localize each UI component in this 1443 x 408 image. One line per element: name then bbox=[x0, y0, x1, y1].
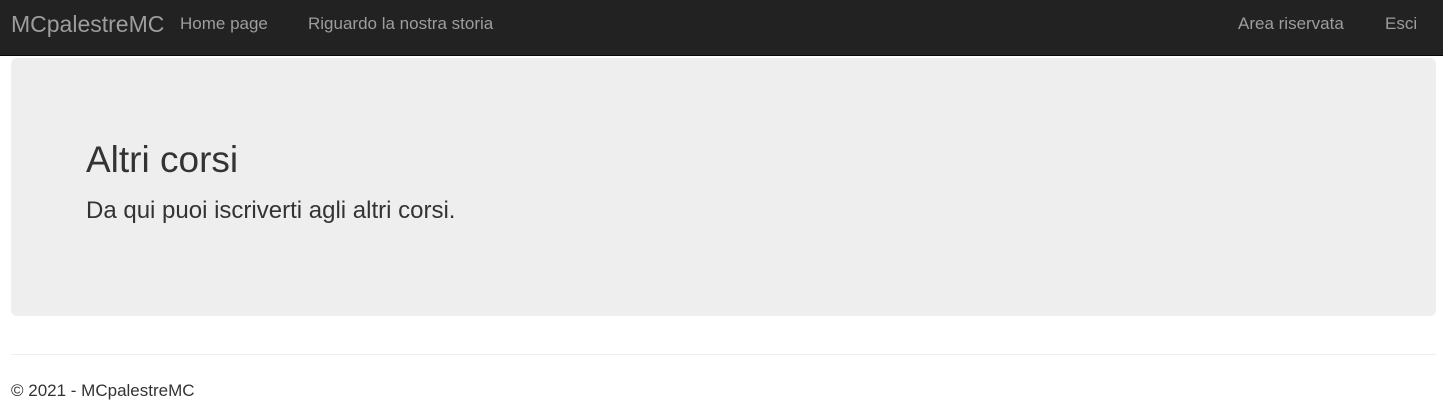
nav-link-logout[interactable]: Esci bbox=[1385, 14, 1417, 34]
footer-divider bbox=[11, 354, 1436, 355]
page-title: Altri corsi bbox=[86, 139, 239, 180]
nav-link-reserved-area[interactable]: Area riservata bbox=[1238, 14, 1344, 34]
nav-link-home-page[interactable]: Home page bbox=[180, 14, 268, 34]
footer-copyright: © 2021 - MCpalestreMC bbox=[11, 381, 195, 400]
nav-link-our-story[interactable]: Riguardo la nostra storia bbox=[308, 14, 493, 34]
top-navbar: MCpalestreMC Home page Riguardo la nostr… bbox=[0, 0, 1443, 56]
page-subtitle: Da qui puoi iscriverti agli altri corsi. bbox=[86, 197, 456, 224]
jumbotron-panel: Altri corsi Da qui puoi iscriverti agli … bbox=[11, 58, 1436, 316]
brand-link[interactable]: MCpalestreMC bbox=[11, 10, 164, 38]
